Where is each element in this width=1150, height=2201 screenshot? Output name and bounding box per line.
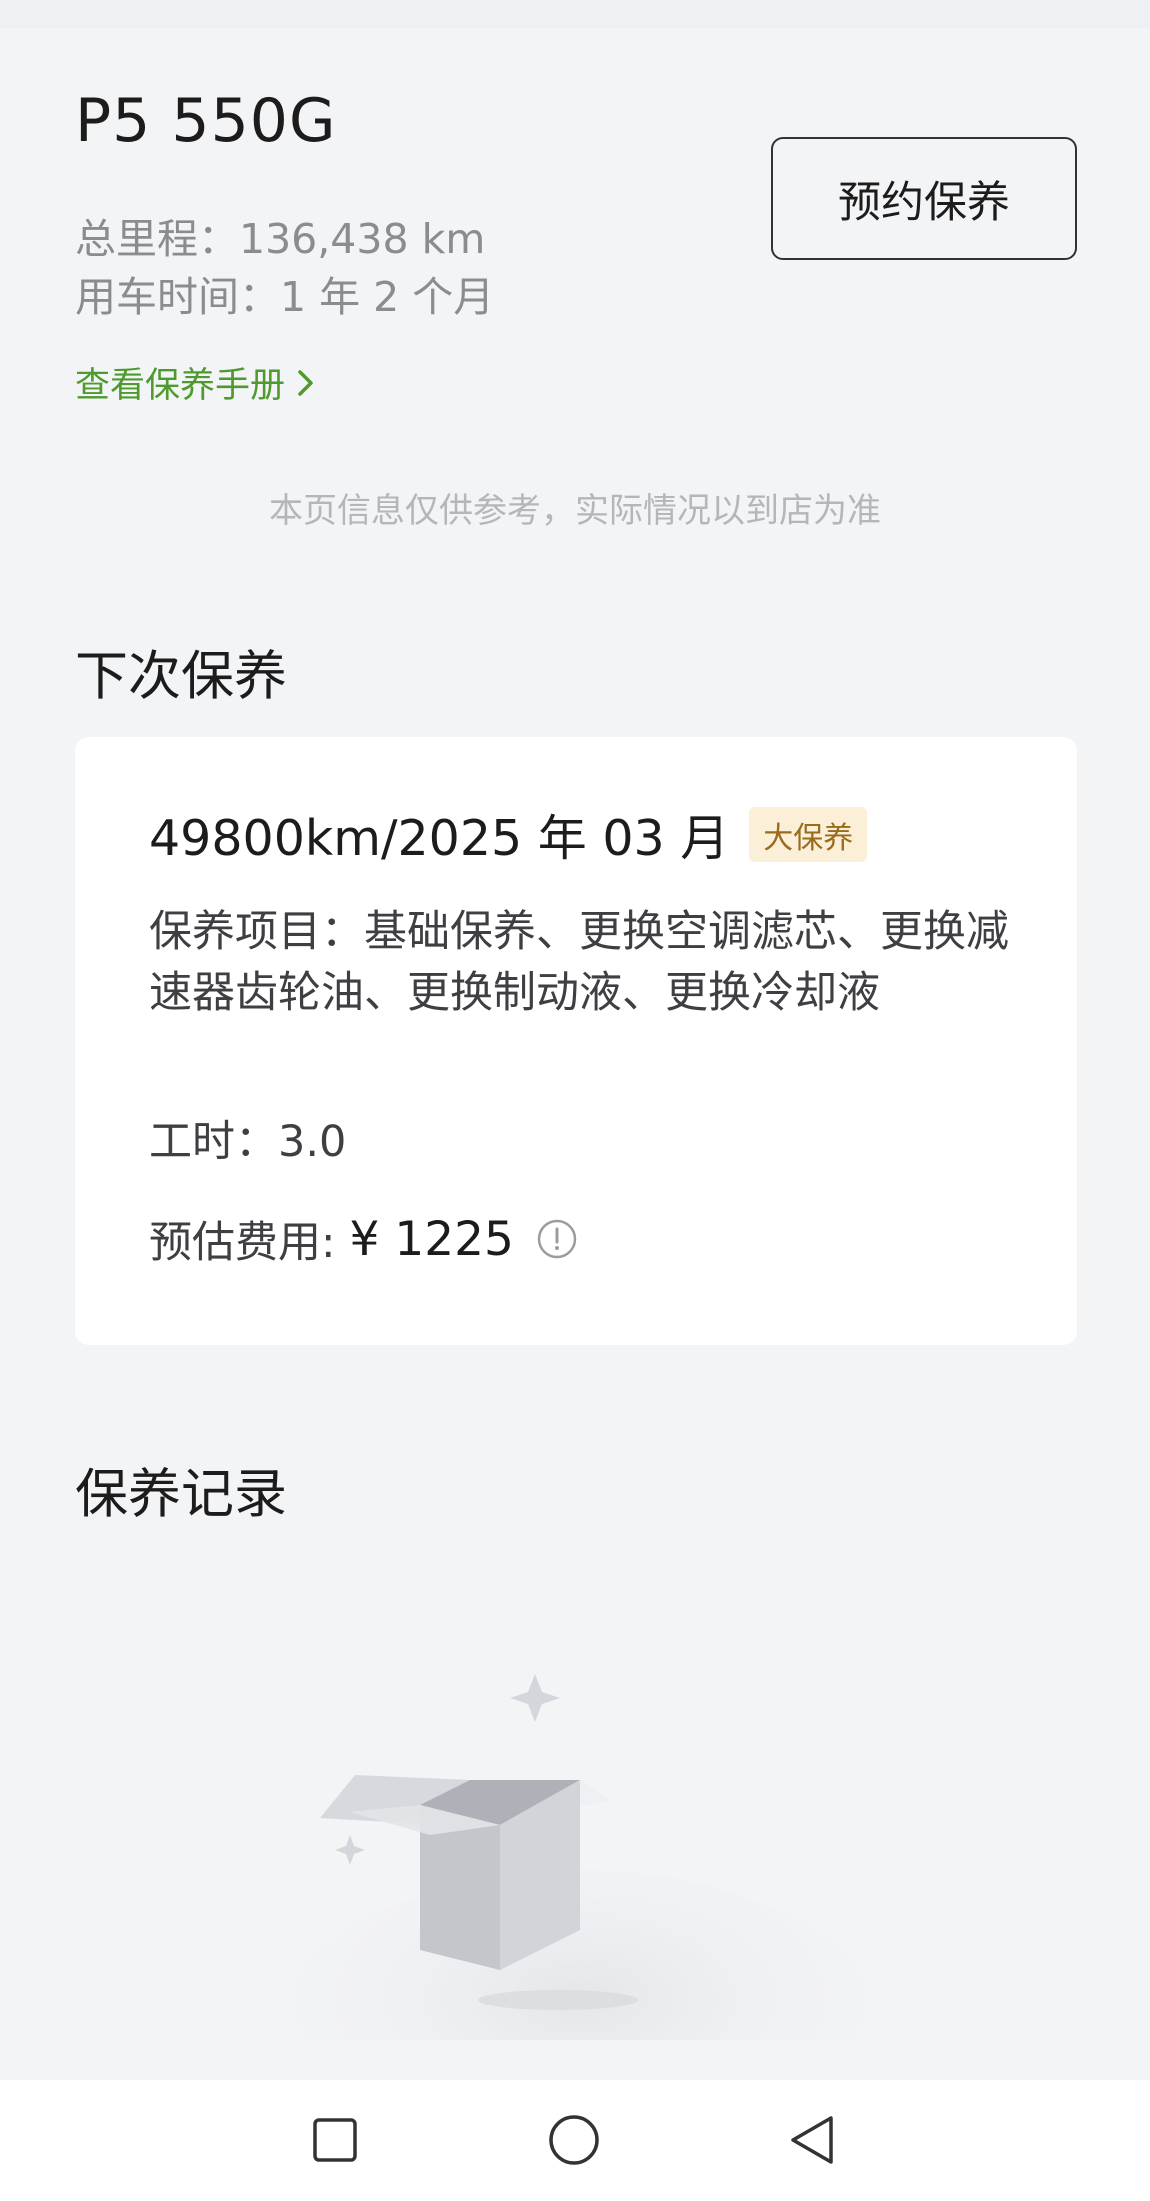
estimated-cost: 预估费用: ¥ 1225 [149,1208,578,1270]
total-mileage: 总里程：136,438 km [75,215,486,263]
vehicle-age: 用车时间：1 年 2 个月 [75,273,495,321]
system-navigation-bar [0,2080,1150,2201]
disclaimer-text: 本页信息仅供参考，实际情况以到店为准 [269,491,881,531]
maintenance-due: 49800km/2025 年 03 月 [149,810,730,867]
maintenance-items: 保养项目：基础保养、更换空调滤芯、更换减速器齿轮油、更换制动液、更换冷却液 [149,907,1009,1018]
maintenance-manual-link-label: 查看保养手册 [75,366,286,406]
info-icon[interactable] [536,1218,578,1260]
status-bar [0,0,1150,28]
labor-hours: 工时：3.0 [149,1117,347,1167]
triangle-back-icon[interactable] [783,2110,843,2170]
book-maintenance-button[interactable]: 预约保养 [771,137,1077,260]
car-model-title: P5 550G [75,86,337,156]
circle-icon[interactable] [544,2110,604,2170]
maintenance-records-title: 保养记录 [75,1464,287,1525]
maintenance-manual-link[interactable]: 查看保养手册 [75,357,317,408]
estimated-cost-label: 预估费用: [149,1218,336,1268]
maintenance-page: P5 550G 总里程：136,438 km 用车时间：1 年 2 个月 预约保… [0,0,1150,2201]
empty-box-illustration [280,1640,880,2190]
next-maintenance-title: 下次保养 [75,646,287,707]
next-maintenance-card: 49800km/2025 年 03 月 大保养 保养项目：基础保养、更换空调滤芯… [75,737,1077,1345]
square-icon[interactable] [305,2110,365,2170]
chevron-right-icon [298,369,313,396]
maintenance-header: 49800km/2025 年 03 月 大保养 [149,799,868,870]
maintenance-type-badge: 大保养 [749,807,868,862]
estimated-cost-value: ¥ 1225 [349,1211,514,1267]
